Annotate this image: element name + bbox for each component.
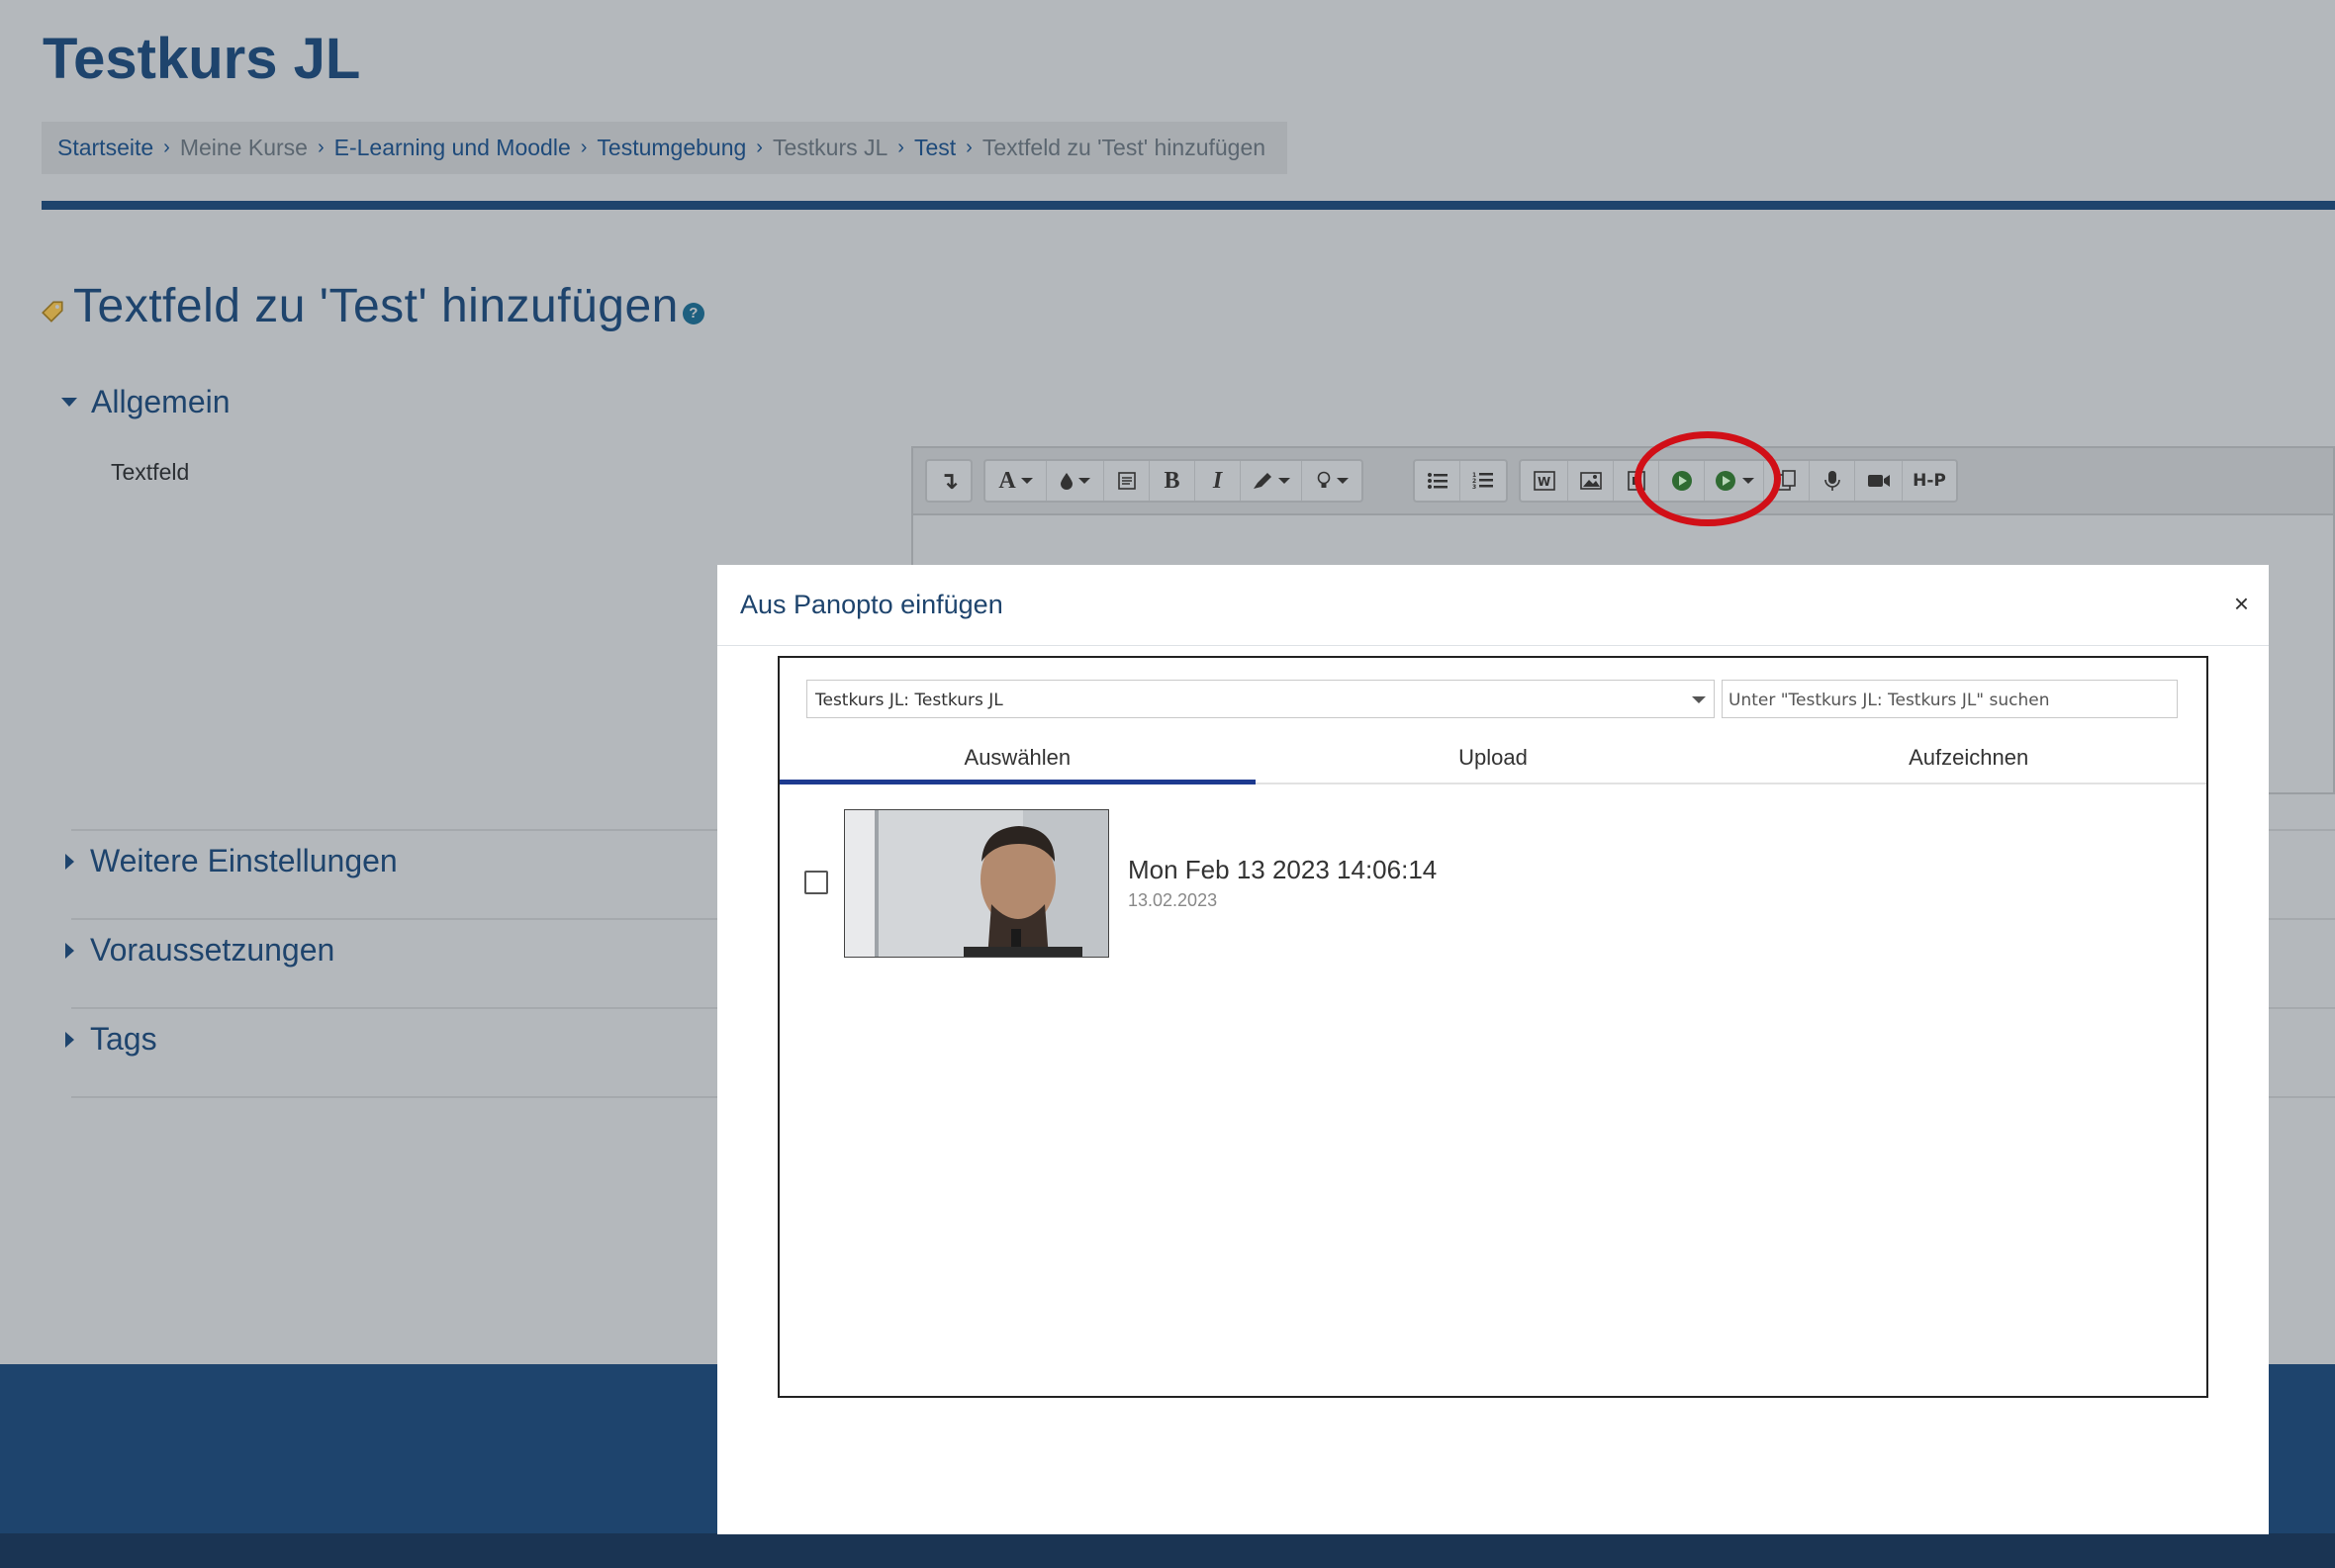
folder-select[interactable]: Testkurs JL: Testkurs JL bbox=[806, 680, 1715, 718]
section-more-settings-label: Weitere Einstellungen bbox=[90, 843, 398, 878]
section-general[interactable]: Allgemein bbox=[61, 384, 231, 420]
session-thumbnail[interactable] bbox=[844, 809, 1109, 958]
section-restrictions-label: Voraussetzungen bbox=[90, 932, 335, 968]
chevron-down-icon bbox=[1692, 696, 1706, 703]
search-placeholder: Unter "Testkurs JL: Testkurs JL" suchen bbox=[1728, 691, 2050, 710]
dialog-header-divider bbox=[717, 645, 2269, 646]
chevron-right-icon: › bbox=[756, 137, 763, 158]
breadcrumb-startseite[interactable]: Startseite bbox=[57, 135, 153, 161]
breadcrumb-test[interactable]: Test bbox=[914, 135, 956, 161]
ordered-list-icon[interactable]: 123 bbox=[1460, 461, 1506, 501]
chevron-right-icon: › bbox=[580, 137, 588, 158]
close-icon[interactable]: × bbox=[2234, 589, 2249, 619]
highlight-icon[interactable] bbox=[1241, 461, 1302, 501]
course-title: Testkurs JL bbox=[43, 27, 361, 91]
word-paste-icon[interactable]: W bbox=[1521, 461, 1568, 501]
font-style-icon[interactable]: A bbox=[985, 461, 1047, 501]
chevron-right-icon: › bbox=[966, 137, 973, 158]
session-checkbox[interactable] bbox=[804, 871, 828, 894]
breadcrumb-meine-kurse: Meine Kurse bbox=[179, 135, 308, 160]
search-input[interactable]: Unter "Testkurs JL: Testkurs JL" suchen bbox=[1722, 680, 2178, 718]
folder-select-value: Testkurs JL: Testkurs JL bbox=[815, 691, 1003, 710]
caret-right-icon bbox=[65, 853, 74, 870]
paragraph-icon[interactable] bbox=[1104, 461, 1150, 501]
breadcrumb-current: Textfeld zu 'Test' hinzufügen bbox=[981, 135, 1266, 160]
editor-toolbar: ↴ A B I 123 W H-P bbox=[913, 448, 2333, 515]
section-tags-label: Tags bbox=[90, 1021, 157, 1057]
bold-icon[interactable]: B bbox=[1150, 461, 1195, 501]
chevron-right-icon: › bbox=[317, 137, 325, 158]
breadcrumb-testumgebung[interactable]: Testumgebung bbox=[597, 135, 746, 161]
page-heading: Textfeld zu 'Test' hinzufügen ? bbox=[40, 279, 704, 333]
session-date: 13.02.2023 bbox=[1128, 890, 1218, 910]
video-camera-icon[interactable] bbox=[1855, 461, 1903, 501]
h5p-icon[interactable]: H-P bbox=[1903, 461, 1956, 501]
highlight-circle-annotation bbox=[1634, 431, 1781, 526]
collapse-icon[interactable]: ↴ bbox=[927, 461, 971, 501]
section-tags[interactable]: Tags bbox=[61, 1021, 157, 1058]
svg-text:3: 3 bbox=[1472, 484, 1476, 491]
page-footer-bottom bbox=[0, 1533, 2335, 1568]
font-color-icon[interactable] bbox=[1047, 461, 1104, 501]
panopto-insert-dialog: Aus Panopto einfügen × Testkurs JL: Test… bbox=[717, 565, 2269, 1534]
caret-right-icon bbox=[65, 942, 74, 959]
dialog-title: Aus Panopto einfügen bbox=[740, 590, 1003, 619]
breadcrumb-testkurs: Testkurs JL bbox=[772, 135, 888, 160]
italic-icon[interactable]: I bbox=[1195, 461, 1241, 501]
textfeld-label: Textfeld bbox=[111, 459, 190, 485]
svg-text:W: W bbox=[1538, 475, 1550, 489]
help-icon[interactable]: ? bbox=[682, 302, 704, 324]
dialog-tabs: Auswählen Upload Aufzeichnen bbox=[780, 739, 2206, 784]
tab-aufzeichnen[interactable]: Aufzeichnen bbox=[1730, 739, 2206, 783]
caret-down-icon bbox=[61, 398, 77, 407]
image-icon[interactable] bbox=[1568, 461, 1614, 501]
lightbulb-icon[interactable] bbox=[1302, 461, 1361, 501]
chevron-right-icon: › bbox=[897, 137, 904, 158]
session-title[interactable]: Mon Feb 13 2023 14:06:14 bbox=[1128, 855, 1437, 885]
tab-auswaehlen[interactable]: Auswählen bbox=[780, 739, 1256, 784]
breadcrumb: Startseite › Meine Kurse › E-Learning un… bbox=[42, 122, 1288, 174]
panopto-embed-frame: Testkurs JL: Testkurs JL Unter "Testkurs… bbox=[778, 656, 2208, 1398]
section-restrictions[interactable]: Voraussetzungen bbox=[61, 932, 334, 968]
list-item[interactable]: Mon Feb 13 2023 14:06:14 13.02.2023 bbox=[804, 809, 2170, 958]
page-title: Textfeld zu 'Test' hinzufügen bbox=[73, 280, 679, 332]
chevron-right-icon: › bbox=[163, 137, 170, 158]
label-tag-icon bbox=[42, 300, 63, 323]
microphone-icon[interactable] bbox=[1810, 461, 1855, 501]
section-general-label: Allgemein bbox=[91, 384, 231, 419]
tab-upload[interactable]: Upload bbox=[1256, 739, 1731, 783]
unordered-list-icon[interactable] bbox=[1415, 461, 1460, 501]
section-more-settings[interactable]: Weitere Einstellungen bbox=[61, 843, 398, 879]
header-divider bbox=[42, 201, 2335, 210]
caret-right-icon bbox=[65, 1031, 74, 1048]
breadcrumb-elearning[interactable]: E-Learning und Moodle bbox=[334, 135, 571, 161]
